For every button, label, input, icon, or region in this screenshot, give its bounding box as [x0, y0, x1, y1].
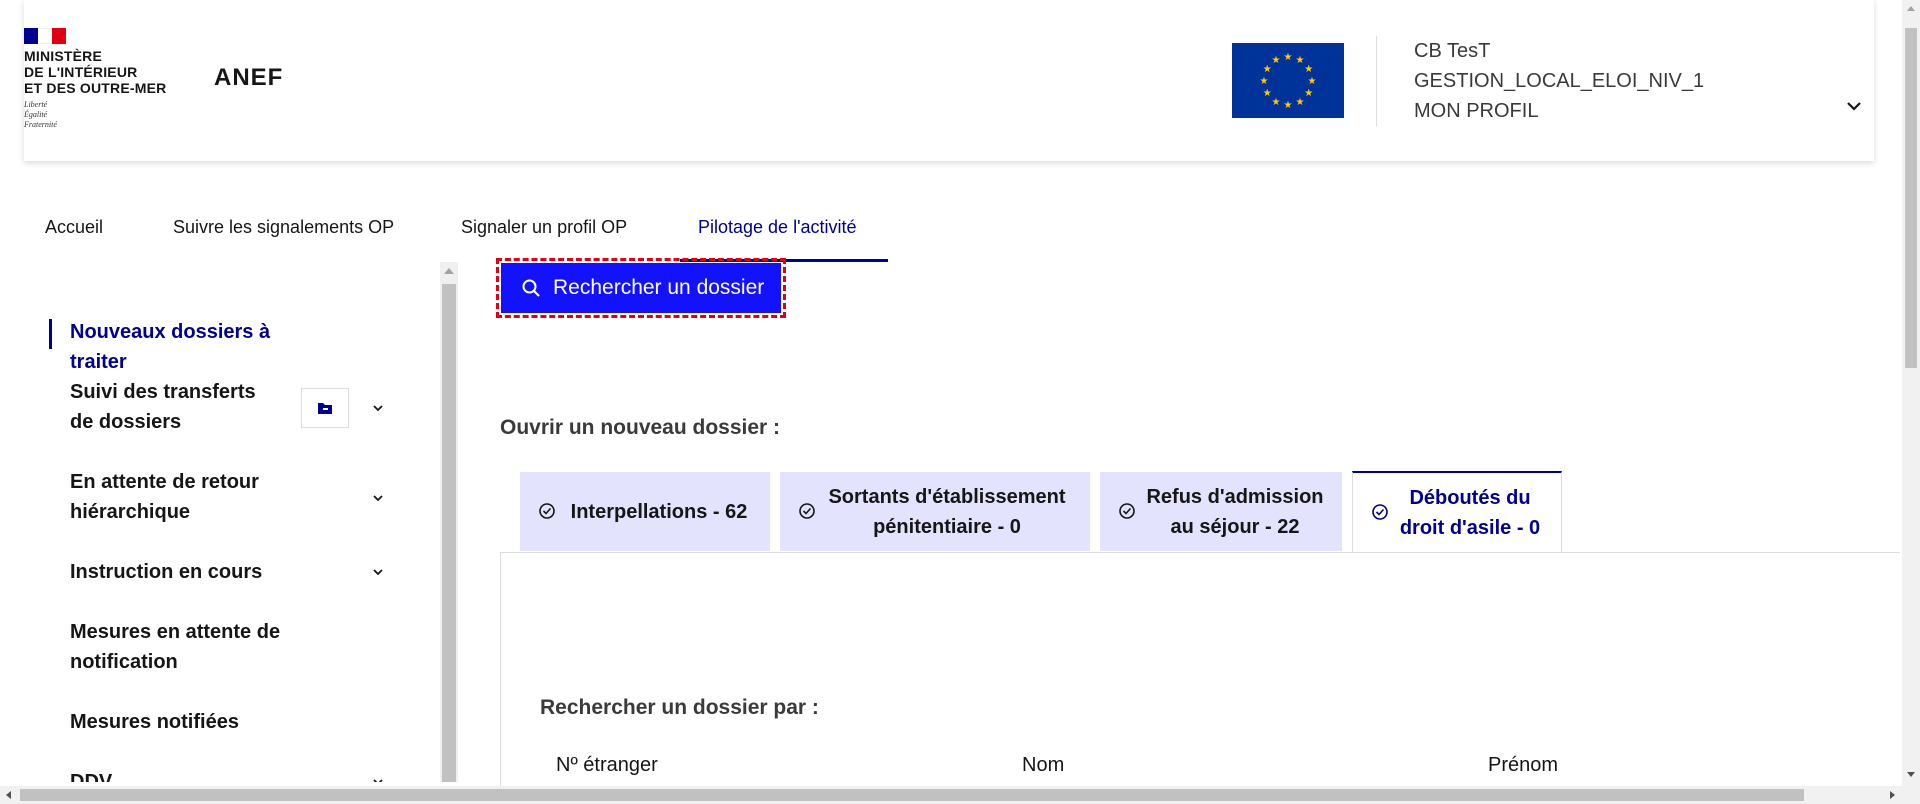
page-vertical-scrollbar[interactable] — [1902, 0, 1920, 786]
chevron-down-icon[interactable] — [1844, 96, 1864, 116]
check-circle-icon — [1372, 504, 1388, 520]
search-dossier-button[interactable]: Rechercher un dossier — [501, 263, 781, 313]
label-prenom: Prénom — [1488, 754, 1559, 776]
republic-motto: Liberté Égalité Fraternité — [24, 100, 57, 129]
chevron-down-icon[interactable] — [370, 564, 386, 580]
main-nav: Accueil Suivre les signalements OP Signa… — [0, 205, 1100, 263]
nav-item-accueil[interactable]: Accueil — [45, 217, 103, 238]
eu-star-icon: ★ — [1284, 100, 1293, 111]
tab-panel — [500, 552, 1900, 804]
ministry-name: MINISTÈRE DE L'INTÉRIEUR ET DES OUTRE-ME… — [24, 48, 167, 96]
search-button-focus-ring: Rechercher un dossier — [496, 258, 786, 318]
eu-star-icon: ★ — [1263, 64, 1272, 75]
sidebar-item-nouveaux-dossiers[interactable]: Nouveaux dossiers à traiter — [70, 317, 330, 377]
eu-star-icon: ★ — [1296, 55, 1305, 66]
header-divider — [1376, 36, 1377, 126]
ministry-logo[interactable]: MINISTÈRE DE L'INTÉRIEUR ET DES OUTRE-ME… — [24, 28, 184, 130]
folder-icon — [318, 403, 332, 414]
open-dossier-title: Ouvrir un nouveau dossier : — [500, 416, 781, 439]
sidebar-item-mesures-attente[interactable]: Mesures en attente de notification — [70, 617, 320, 677]
search-icon — [522, 279, 540, 297]
service-name[interactable]: ANEF — [214, 64, 283, 92]
scroll-left-icon[interactable] — [6, 791, 11, 799]
check-circle-icon — [1119, 503, 1135, 519]
scrollbar-thumb[interactable] — [1905, 28, 1917, 368]
sidebar-active-indicator — [49, 319, 52, 349]
eu-flag-icon: ★ ★ ★ ★ ★ ★ ★ ★ ★ ★ ★ ★ — [1232, 43, 1344, 118]
label-numero-etranger: Nº étranger — [556, 754, 658, 776]
profile-menu[interactable]: CB TesT GESTION_LOCAL_ELOI_NIV_1 MON PRO… — [1414, 36, 1704, 126]
scrollbar-thumb[interactable] — [20, 789, 1804, 801]
sidebar-item-mesures-notifiees[interactable]: Mesures notifiées — [70, 707, 330, 737]
tab-deboutes-asile[interactable]: Déboutés du droit d'asile - 0 — [1352, 471, 1562, 552]
user-name: CB TesT — [1414, 40, 1491, 62]
scroll-up-icon[interactable] — [1907, 6, 1915, 11]
eu-star-icon: ★ — [1304, 64, 1313, 75]
scroll-down-icon[interactable] — [1907, 772, 1915, 777]
tab-sortants-penitentiaire[interactable]: Sortants d'établissement pénitentiaire -… — [780, 472, 1090, 551]
chevron-down-icon[interactable] — [370, 490, 386, 506]
scrollbar-thumb[interactable] — [442, 284, 456, 782]
scroll-right-icon[interactable] — [1890, 791, 1895, 799]
user-role: GESTION_LOCAL_ELOI_NIV_1 — [1414, 70, 1705, 92]
sidebar-item-suivi-transferts[interactable]: Suivi des transferts de dossiers — [70, 377, 270, 437]
label-nom: Nom — [1022, 754, 1065, 776]
eu-star-icon: ★ — [1284, 52, 1293, 63]
eu-star-icon: ★ — [1304, 88, 1313, 99]
nav-item-suivre-signalements[interactable]: Suivre les signalements OP — [173, 217, 394, 238]
search-by-title: Rechercher un dossier par : — [540, 696, 819, 719]
chevron-down-icon[interactable] — [370, 774, 386, 782]
my-profile-link[interactable]: MON PROFIL — [1414, 96, 1704, 126]
nav-item-pilotage[interactable]: Pilotage de l'activité — [698, 217, 857, 238]
eu-star-icon: ★ — [1308, 76, 1317, 87]
site-header: MINISTÈRE DE L'INTÉRIEUR ET DES OUTRE-ME… — [24, 0, 1874, 161]
marianne-flag-icon — [24, 28, 66, 44]
sidebar-item-ddv[interactable]: DDV — [70, 767, 330, 782]
folder-button[interactable] — [301, 388, 349, 428]
sidebar: Nouveaux dossiers à traiter Suivi des tr… — [0, 262, 440, 782]
eu-star-icon: ★ — [1296, 97, 1305, 108]
tab-refus-admission[interactable]: Refus d'admission au séjour - 22 — [1100, 472, 1342, 551]
eu-star-icon: ★ — [1272, 97, 1281, 108]
page-horizontal-scrollbar[interactable] — [0, 786, 1920, 804]
sidebar-item-instruction[interactable]: Instruction en cours — [70, 557, 330, 587]
sidebar-scrollbar[interactable] — [440, 262, 458, 782]
scroll-up-icon[interactable] — [444, 268, 454, 274]
nav-item-signaler-profil[interactable]: Signaler un profil OP — [461, 217, 627, 238]
check-circle-icon — [539, 503, 555, 519]
search-dossier-label: Rechercher un dossier — [553, 276, 765, 299]
check-circle-icon — [799, 503, 815, 519]
eu-star-icon: ★ — [1272, 55, 1281, 66]
chevron-down-icon[interactable] — [370, 400, 386, 416]
eu-star-icon: ★ — [1263, 88, 1272, 99]
sidebar-item-attente-retour[interactable]: En attente de retour hiérarchique — [70, 467, 330, 527]
tab-interpellations[interactable]: Interpellations - 62 — [520, 472, 770, 551]
eu-star-icon: ★ — [1260, 76, 1269, 87]
